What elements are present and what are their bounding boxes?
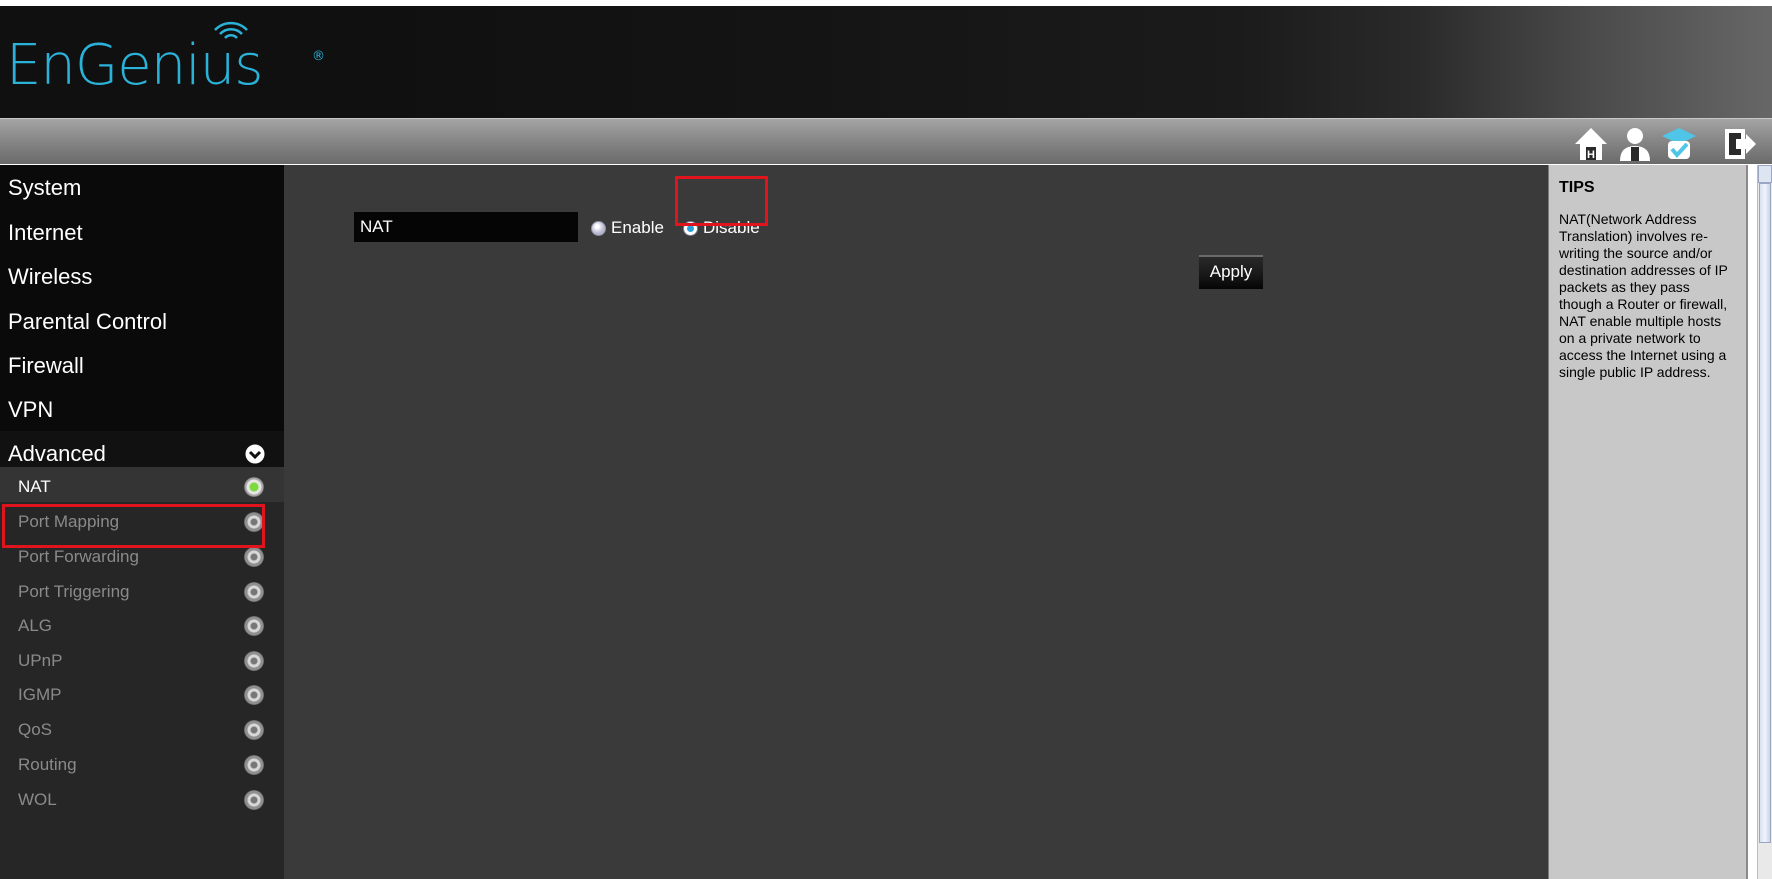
sidebar-item-label: Firewall (8, 353, 84, 378)
scroll-up-icon[interactable] (1758, 165, 1772, 183)
enable-label: Enable (611, 218, 664, 237)
enable-radio[interactable] (591, 220, 606, 236)
logo: EnGenius ® (0, 6, 345, 118)
tips-text: NAT(Network Address Translation) involve… (1559, 211, 1728, 380)
header-banner: EnGenius ® (0, 6, 1772, 118)
inactive-indicator-icon (244, 651, 264, 671)
sidebar-subitem-label: Port Forwarding (18, 547, 139, 566)
inactive-indicator-icon (244, 547, 264, 567)
logout-icon[interactable] (1720, 125, 1758, 163)
sidebar-subitem-label: IGMP (18, 685, 62, 704)
sidebar-subitem-label: Port Triggering (18, 582, 130, 601)
sidebar-subitem-label: QoS (18, 720, 53, 739)
sidebar-subitem-label: NAT (18, 477, 51, 496)
sidebar-item-label: VPN (8, 397, 54, 422)
active-indicator-icon (244, 477, 264, 497)
nat-field-label: NAT (354, 212, 578, 242)
sidebar-item-parental-control[interactable]: Parental Control (0, 299, 284, 345)
sidebar-item-label: Wireless (8, 264, 93, 289)
sidebar-subitem-igmp[interactable]: IGMP (0, 675, 284, 714)
inactive-indicator-icon (244, 616, 264, 636)
sidebar-subitem-nat[interactable]: NAT (0, 467, 284, 506)
home-icon[interactable]: H (1572, 125, 1610, 163)
sidebar-item-label: Advanced (8, 441, 106, 466)
user-icon[interactable] (1616, 125, 1654, 163)
sidebar-item-vpn[interactable]: VPN (0, 387, 284, 433)
sidebar-subitem-alg[interactable]: ALG (0, 606, 284, 645)
inactive-indicator-icon (244, 512, 264, 532)
disable-option-highlight (675, 176, 768, 226)
svg-text:H: H (1587, 149, 1595, 161)
sidebar-item-wireless[interactable]: Wireless (0, 254, 284, 300)
sidebar-subitem-label: Port Mapping (18, 512, 120, 531)
sidebar-subitem-port-mapping[interactable]: Port Mapping (0, 502, 284, 541)
sidebar: System Internet Wireless Parental Contro… (0, 165, 284, 879)
main-content: NAT Enable Disable Apply (284, 165, 1548, 879)
sidebar-subitem-wol[interactable]: WOL (0, 780, 284, 879)
sidebar-subitem-label: WOL (18, 790, 57, 809)
logo-text: EnGenius (6, 33, 263, 98)
router-admin-page: EnGenius ® H System Internet Wireless Pa… (0, 0, 1772, 879)
scroll-thumb[interactable] (1759, 183, 1771, 843)
sidebar-item-label: Parental Control (8, 309, 167, 334)
sidebar-subitem-label: UPnP (18, 651, 63, 670)
registered-mark: ® (312, 49, 325, 64)
sidebar-subitem-label: Routing (18, 755, 77, 774)
tips-scrollbar[interactable] (1757, 165, 1772, 879)
sidebar-item-system[interactable]: System (0, 165, 284, 211)
apply-button[interactable]: Apply (1199, 255, 1263, 289)
sidebar-subitem-routing[interactable]: Routing (0, 745, 284, 784)
sidebar-subitem-port-forwarding[interactable]: Port Forwarding (0, 537, 284, 576)
tips-panel: TIPS NAT(Network Address Translation) in… (1548, 165, 1748, 879)
top-toolbar: H (0, 118, 1772, 164)
inactive-indicator-icon (244, 720, 264, 740)
inactive-indicator-icon (244, 755, 264, 775)
sidebar-subitem-label: ALG (18, 616, 53, 635)
tips-title: TIPS (1559, 179, 1595, 196)
sidebar-item-internet[interactable]: Internet (0, 210, 284, 256)
wizard-icon[interactable] (1660, 125, 1698, 163)
inactive-indicator-icon (244, 582, 264, 602)
sidebar-item-label: System (8, 175, 82, 200)
chevron-down-icon[interactable] (243, 442, 267, 466)
sidebar-item-label: Internet (8, 220, 83, 245)
inactive-indicator-icon (244, 790, 264, 810)
inactive-indicator-icon (244, 685, 264, 705)
sidebar-item-firewall[interactable]: Firewall (0, 343, 284, 389)
sidebar-subitem-qos[interactable]: QoS (0, 710, 284, 749)
enable-radio-option[interactable]: Enable (591, 215, 664, 241)
